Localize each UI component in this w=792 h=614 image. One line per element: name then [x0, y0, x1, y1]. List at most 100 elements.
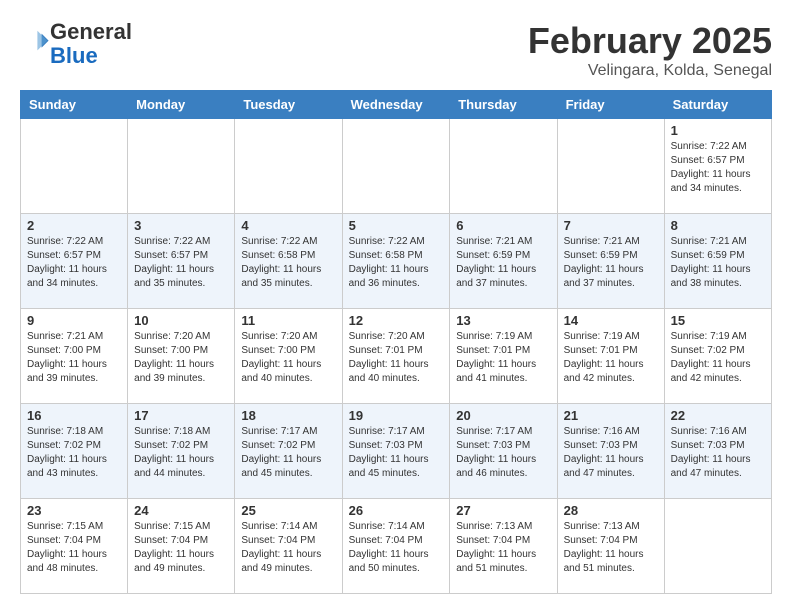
day-info: Sunrise: 7:17 AM Sunset: 7:02 PM Dayligh…: [241, 425, 335, 481]
day-number: 28: [564, 503, 658, 518]
day-number: 1: [671, 123, 765, 138]
day-info: Sunrise: 7:14 AM Sunset: 7:04 PM Dayligh…: [241, 520, 335, 576]
week-row-2: 2 Sunrise: 7:22 AM Sunset: 6:57 PM Daylig…: [21, 214, 772, 309]
day-info: Sunrise: 7:22 AM Sunset: 6:57 PM Dayligh…: [134, 235, 228, 291]
day-number: 15: [671, 313, 765, 328]
day-info: Sunrise: 7:21 AM Sunset: 6:59 PM Dayligh…: [456, 235, 550, 291]
day-cell-15: 15 Sunrise: 7:19 AM Sunset: 7:02 PM Dayli…: [664, 309, 771, 404]
day-cell-19: 19 Sunrise: 7:17 AM Sunset: 7:03 PM Dayli…: [342, 404, 450, 499]
day-number: 25: [241, 503, 335, 518]
day-info: Sunrise: 7:15 AM Sunset: 7:04 PM Dayligh…: [134, 520, 228, 576]
empty-cell: [21, 119, 128, 214]
day-number: 26: [349, 503, 444, 518]
empty-cell: [664, 499, 771, 594]
day-cell-22: 22Sunrise: 7:16 AM Sunset: 7:03 PM Dayli…: [664, 404, 771, 499]
day-cell-23: 23 Sunrise: 7:15 AM Sunset: 7:04 PM Dayli…: [21, 499, 128, 594]
day-cell-28: 28 Sunrise: 7:13 AM Sunset: 7:04 PM Dayli…: [557, 499, 664, 594]
column-header-tuesday: Tuesday: [235, 91, 342, 119]
column-header-sunday: Sunday: [21, 91, 128, 119]
day-number: 5: [349, 218, 444, 233]
day-cell-18: 18 Sunrise: 7:17 AM Sunset: 7:02 PM Dayli…: [235, 404, 342, 499]
column-header-friday: Friday: [557, 91, 664, 119]
day-info: Sunrise: 7:21 AM Sunset: 6:59 PM Dayligh…: [671, 235, 765, 291]
empty-cell: [128, 119, 235, 214]
empty-cell: [342, 119, 450, 214]
logo-general-text: General: [50, 19, 132, 44]
day-cell-6: 6 Sunrise: 7:21 AM Sunset: 6:59 PM Daylig…: [450, 214, 557, 309]
day-cell-14: 14Sunrise: 7:19 AM Sunset: 7:01 PM Dayli…: [557, 309, 664, 404]
day-number: 7: [564, 218, 658, 233]
day-number: 6: [456, 218, 550, 233]
logo-blue-text: Blue: [50, 43, 98, 68]
day-number: 8: [671, 218, 765, 233]
day-cell-1: 1 Sunrise: 7:22 AM Sunset: 6:57 PM Daylig…: [664, 119, 771, 214]
day-info: Sunrise: 7:20 AM Sunset: 7:01 PM Dayligh…: [349, 330, 444, 386]
logo-icon: [22, 28, 50, 56]
day-info: Sunrise: 7:20 AM Sunset: 7:00 PM Dayligh…: [134, 330, 228, 386]
day-info: Sunrise: 7:19 AM Sunset: 7:02 PM Dayligh…: [671, 330, 765, 386]
day-cell-16: 16Sunrise: 7:18 AM Sunset: 7:02 PM Dayli…: [21, 404, 128, 499]
day-cell-3: 3 Sunrise: 7:22 AM Sunset: 6:57 PM Daylig…: [128, 214, 235, 309]
empty-cell: [235, 119, 342, 214]
day-number: 19: [349, 408, 444, 423]
day-number: 17: [134, 408, 228, 423]
month-title: February 2025: [528, 20, 772, 62]
day-cell-26: 26 Sunrise: 7:14 AM Sunset: 7:04 PM Dayli…: [342, 499, 450, 594]
column-header-monday: Monday: [128, 91, 235, 119]
empty-cell: [450, 119, 557, 214]
day-info: Sunrise: 7:17 AM Sunset: 7:03 PM Dayligh…: [456, 425, 550, 481]
day-cell-11: 11 Sunrise: 7:20 AM Sunset: 7:00 PM Dayli…: [235, 309, 342, 404]
day-number: 12: [349, 313, 444, 328]
day-cell-25: 25 Sunrise: 7:14 AM Sunset: 7:04 PM Dayli…: [235, 499, 342, 594]
page-header: General Blue February 2025 Velingara, Ko…: [20, 20, 772, 80]
week-row-3: 9 Sunrise: 7:21 AM Sunset: 7:00 PM Daylig…: [21, 309, 772, 404]
day-number: 3: [134, 218, 228, 233]
day-cell-8: 8 Sunrise: 7:21 AM Sunset: 6:59 PM Daylig…: [664, 214, 771, 309]
day-info: Sunrise: 7:21 AM Sunset: 7:00 PM Dayligh…: [27, 330, 121, 386]
day-info: Sunrise: 7:18 AM Sunset: 7:02 PM Dayligh…: [134, 425, 228, 481]
week-row-5: 23 Sunrise: 7:15 AM Sunset: 7:04 PM Dayli…: [21, 499, 772, 594]
location-subtitle: Velingara, Kolda, Senegal: [528, 62, 772, 80]
day-info: Sunrise: 7:22 AM Sunset: 6:57 PM Dayligh…: [671, 140, 765, 196]
day-cell-20: 20 Sunrise: 7:17 AM Sunset: 7:03 PM Dayli…: [450, 404, 557, 499]
day-cell-10: 10 Sunrise: 7:20 AM Sunset: 7:00 PM Dayli…: [128, 309, 235, 404]
day-cell-9: 9 Sunrise: 7:21 AM Sunset: 7:00 PM Daylig…: [21, 309, 128, 404]
day-info: Sunrise: 7:15 AM Sunset: 7:04 PM Dayligh…: [27, 520, 121, 576]
day-number: 2: [27, 218, 121, 233]
day-number: 10: [134, 313, 228, 328]
week-row-1: 1 Sunrise: 7:22 AM Sunset: 6:57 PM Daylig…: [21, 119, 772, 214]
day-number: 23: [27, 503, 121, 518]
day-number: 9: [27, 313, 121, 328]
day-info: Sunrise: 7:22 AM Sunset: 6:58 PM Dayligh…: [241, 235, 335, 291]
week-row-4: 16Sunrise: 7:18 AM Sunset: 7:02 PM Dayli…: [21, 404, 772, 499]
day-number: 14: [564, 313, 658, 328]
day-cell-5: 5 Sunrise: 7:22 AM Sunset: 6:58 PM Daylig…: [342, 214, 450, 309]
day-number: 22: [671, 408, 765, 423]
day-cell-21: 21Sunrise: 7:16 AM Sunset: 7:03 PM Dayli…: [557, 404, 664, 499]
day-number: 18: [241, 408, 335, 423]
day-info: Sunrise: 7:14 AM Sunset: 7:04 PM Dayligh…: [349, 520, 444, 576]
day-cell-12: 12 Sunrise: 7:20 AM Sunset: 7:01 PM Dayli…: [342, 309, 450, 404]
day-info: Sunrise: 7:20 AM Sunset: 7:00 PM Dayligh…: [241, 330, 335, 386]
day-number: 4: [241, 218, 335, 233]
day-number: 11: [241, 313, 335, 328]
calendar-table: SundayMondayTuesdayWednesdayThursdayFrid…: [20, 90, 772, 594]
logo: General Blue: [20, 20, 132, 68]
day-number: 24: [134, 503, 228, 518]
day-info: Sunrise: 7:22 AM Sunset: 6:57 PM Dayligh…: [27, 235, 121, 291]
column-header-wednesday: Wednesday: [342, 91, 450, 119]
day-cell-4: 4 Sunrise: 7:22 AM Sunset: 6:58 PM Daylig…: [235, 214, 342, 309]
day-info: Sunrise: 7:22 AM Sunset: 6:58 PM Dayligh…: [349, 235, 444, 291]
day-info: Sunrise: 7:18 AM Sunset: 7:02 PM Dayligh…: [27, 425, 121, 481]
day-cell-7: 7Sunrise: 7:21 AM Sunset: 6:59 PM Daylig…: [557, 214, 664, 309]
column-header-saturday: Saturday: [664, 91, 771, 119]
day-info: Sunrise: 7:13 AM Sunset: 7:04 PM Dayligh…: [564, 520, 658, 576]
day-number: 27: [456, 503, 550, 518]
day-info: Sunrise: 7:17 AM Sunset: 7:03 PM Dayligh…: [349, 425, 444, 481]
empty-cell: [557, 119, 664, 214]
day-cell-27: 27Sunrise: 7:13 AM Sunset: 7:04 PM Dayli…: [450, 499, 557, 594]
day-info: Sunrise: 7:19 AM Sunset: 7:01 PM Dayligh…: [456, 330, 550, 386]
day-number: 21: [564, 408, 658, 423]
day-number: 20: [456, 408, 550, 423]
day-number: 13: [456, 313, 550, 328]
